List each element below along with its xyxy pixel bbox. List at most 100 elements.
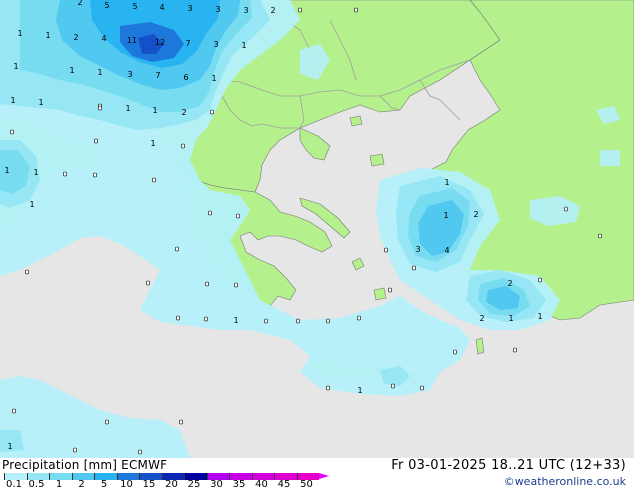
precip-value-label: 3 bbox=[187, 4, 192, 13]
zero-marker bbox=[236, 213, 240, 219]
precip-value-label: 11 bbox=[127, 36, 137, 45]
zero-marker bbox=[210, 109, 214, 115]
colorbar-arrow bbox=[319, 473, 329, 479]
colorbar-tick-label: 0.1 bbox=[6, 479, 22, 490]
zero-marker bbox=[388, 287, 392, 293]
land-limnos bbox=[369, 153, 385, 167]
zero-marker bbox=[204, 316, 208, 322]
colorbar-tick-label: 2 bbox=[78, 479, 85, 490]
forecast-datetime: Fr 03-01-2025 18..21 UTC (12+33) bbox=[391, 458, 626, 473]
zero-marker bbox=[138, 449, 142, 455]
land-naxos bbox=[373, 287, 387, 301]
precip-value-label: 5 bbox=[104, 1, 109, 10]
zero-marker bbox=[298, 7, 302, 13]
zero-marker bbox=[234, 282, 238, 288]
precip-value-label: 2 bbox=[73, 33, 78, 42]
precip-value-label: 1 bbox=[125, 104, 130, 113]
colorbar-tick-label: 20 bbox=[165, 479, 178, 490]
colorbar-tick-label: 0.5 bbox=[28, 479, 45, 490]
precip-value-label: 1 bbox=[10, 96, 15, 105]
precip-value-label: 1 bbox=[97, 68, 102, 77]
precip-value-label: 1 bbox=[152, 106, 157, 115]
precip-value-label: 1 bbox=[508, 314, 513, 323]
colorbar-tick-label: 10 bbox=[120, 479, 133, 490]
precip-value-label: 4 bbox=[444, 246, 449, 255]
precip-value-label: 1 bbox=[150, 139, 155, 148]
precip-value-label: 1 bbox=[4, 166, 9, 175]
precip-value-label: 1 bbox=[443, 211, 448, 220]
zero-marker bbox=[296, 318, 300, 324]
precip-value-label: 3 bbox=[243, 6, 248, 15]
precip-value-label: 1 bbox=[357, 386, 362, 395]
zero-marker bbox=[98, 105, 102, 111]
zero-marker bbox=[25, 269, 29, 275]
zero-marker bbox=[412, 265, 416, 271]
colorbar-tick-label: 30 bbox=[210, 479, 223, 490]
zero-marker bbox=[538, 277, 542, 283]
precip-value-label: 1 bbox=[38, 98, 43, 107]
zero-marker bbox=[12, 408, 16, 414]
colorbar-tick-label: 5 bbox=[100, 479, 108, 490]
zero-marker bbox=[146, 280, 150, 286]
colorbar bbox=[4, 473, 319, 480]
zero-marker bbox=[513, 347, 517, 353]
precip-value-label: 1 bbox=[33, 168, 38, 177]
zero-marker bbox=[73, 447, 77, 453]
precip-value-label: 1 bbox=[233, 316, 238, 325]
precip-value-label: 2 bbox=[270, 6, 275, 15]
zero-marker bbox=[326, 385, 330, 391]
zero-marker bbox=[391, 383, 395, 389]
precip-value-label: 1 bbox=[69, 66, 74, 75]
precip-value-label: 5 bbox=[132, 2, 137, 11]
zero-marker bbox=[326, 318, 330, 324]
zero-marker bbox=[105, 419, 109, 425]
zero-marker bbox=[384, 247, 388, 253]
zero-marker bbox=[357, 315, 361, 321]
precip-value-label: 7 bbox=[185, 39, 190, 48]
colorbar-ticks: 0.1 0.5 1 2 5 10 15 20 25 30 35 40 45 50 bbox=[0, 480, 340, 490]
precip-value-label: 7 bbox=[155, 71, 160, 80]
colorbar-tick-label: 40 bbox=[255, 479, 268, 490]
zero-marker bbox=[181, 143, 185, 149]
zero-marker bbox=[93, 172, 97, 178]
precip-value-label: 3 bbox=[215, 5, 220, 14]
precip-value-label: 2 bbox=[181, 108, 186, 117]
land-thasos bbox=[349, 115, 363, 127]
colorbar-tick-label: 45 bbox=[277, 479, 291, 490]
colorbar-tick-label: 25 bbox=[187, 479, 201, 490]
zero-marker bbox=[179, 419, 183, 425]
zero-marker bbox=[420, 385, 424, 391]
precip-value-label: 1 bbox=[45, 31, 50, 40]
precip-value-label: 1 bbox=[211, 74, 216, 83]
zero-marker bbox=[175, 246, 179, 252]
zero-marker bbox=[10, 129, 14, 135]
zero-marker bbox=[598, 233, 602, 239]
precip-value-label: 3 bbox=[127, 70, 132, 79]
colorbar-tick-label: 35 bbox=[232, 479, 246, 490]
zero-marker bbox=[208, 210, 212, 216]
precip-value-label: 1 bbox=[537, 312, 542, 321]
precip-value-label: 1 bbox=[7, 442, 12, 451]
precip-value-label: 4 bbox=[101, 34, 106, 43]
legend-title: Precipitation [mm] ECMWF bbox=[2, 458, 168, 472]
precipitation-map: 2 5 5 4 3 3 3 2 1 1 2 4 11 12 7 3 1 1 1 1 3 7 6 1 1 1 1 1 2 1 1 1 1 1 1 2 3 4… bbox=[0, 0, 634, 458]
zero-marker bbox=[453, 349, 457, 355]
precip-value-label: 1 bbox=[13, 62, 18, 71]
colorbar-tick-label: 50 bbox=[300, 479, 313, 490]
zero-marker bbox=[264, 318, 268, 324]
legend-footer: Precipitation [mm] ECMWF Fr 03-01-2025 1… bbox=[0, 458, 634, 490]
precip-value-label: 2 bbox=[473, 210, 478, 219]
precip-value-label: 1 bbox=[17, 29, 22, 38]
zero-marker bbox=[176, 315, 180, 321]
precip-value-label: 12 bbox=[155, 38, 165, 47]
precip-value-label: 1 bbox=[241, 41, 246, 50]
precip-value-label: 4 bbox=[159, 3, 164, 12]
precip-value-label: 2 bbox=[507, 279, 512, 288]
precip-value-label: 2 bbox=[479, 314, 484, 323]
colorbar-tick-label: 1 bbox=[55, 479, 63, 490]
credit-link[interactable]: ©weatheronline.co.uk bbox=[504, 475, 626, 488]
precip-value-label: 3 bbox=[415, 245, 420, 254]
precip-value-label: 1 bbox=[29, 200, 34, 209]
precip-value-label: 1 bbox=[444, 178, 449, 187]
colorbar-tick-label: 15 bbox=[142, 479, 156, 490]
